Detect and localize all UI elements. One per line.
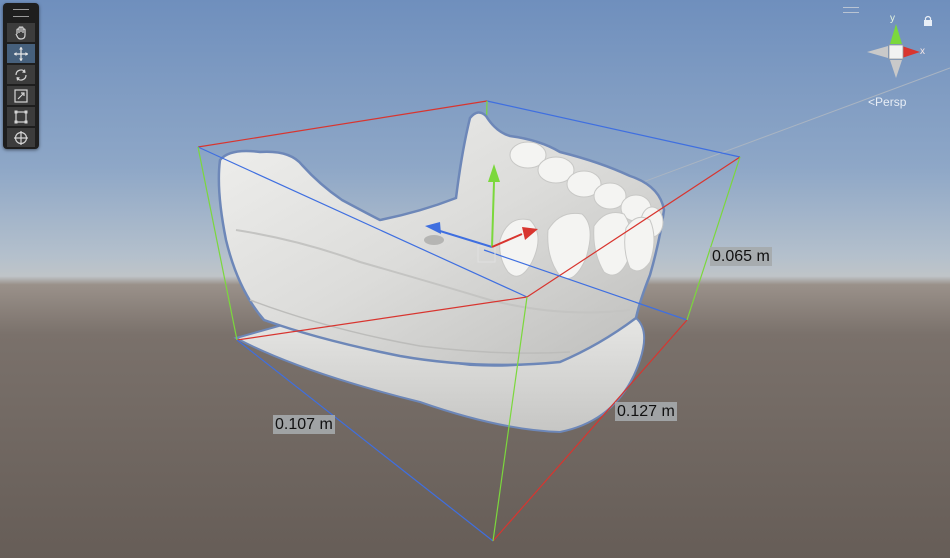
projection-toggle[interactable]: <Persp [868,95,906,109]
move-tool-button[interactable] [7,44,35,63]
gizmo-x-label: x [920,46,925,57]
lock-icon[interactable] [924,15,932,27]
scale-icon [14,88,28,103]
gizmo-y-label: y [890,13,895,24]
hand-tool-button[interactable] [7,23,35,42]
gizmo-y-cone[interactable] [890,24,902,44]
depth-dimension-label: 0.127 m [615,402,677,421]
gizmo-neg-y-cone[interactable] [890,60,902,78]
rotate-icon [15,68,27,81]
scene-view[interactable]: 0.065 m 0.107 m 0.127 m y x <Persp [0,0,950,558]
width-dimension-label: 0.107 m [273,415,335,434]
chevron-left-icon: < [868,95,876,109]
rotate-tool-button[interactable] [7,65,35,84]
hand-icon [15,25,26,40]
gizmo-center-cube[interactable] [888,44,904,60]
gizmo-x-cone[interactable] [902,46,920,58]
gizmo-drag-handle[interactable] [843,7,859,13]
rect-tool-button[interactable] [7,107,35,126]
rect-icon [14,110,28,123]
move-icon [14,46,28,61]
overlay-drag-handle[interactable] [13,9,29,17]
gizmo-neg-x-cone[interactable] [867,46,888,58]
jaw-model[interactable] [217,111,666,434]
viewport-canvas[interactable] [0,0,950,558]
orientation-gizmo[interactable]: y x [862,10,934,82]
transform-icon [14,130,28,145]
height-dimension-label: 0.065 m [710,247,772,266]
scale-tool-button[interactable] [7,86,35,105]
transform-tool-button[interactable] [7,128,35,147]
projection-label: Persp [875,95,907,109]
tools-overlay [3,3,39,149]
